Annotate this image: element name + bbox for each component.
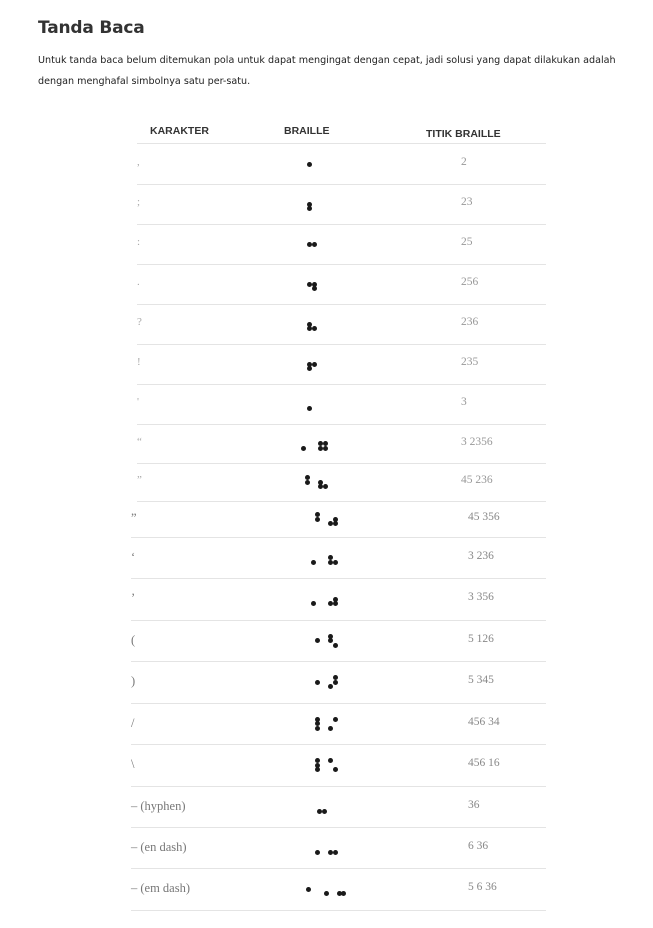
braille-dot xyxy=(300,445,306,451)
braille-dot xyxy=(332,849,338,855)
table-cell-titik: 236 xyxy=(461,316,479,328)
braille-dot xyxy=(311,326,317,331)
braille-dot xyxy=(310,601,316,606)
braille-dot xyxy=(328,684,333,689)
table-cell-character: – (em dash) xyxy=(131,881,191,895)
braille-dot xyxy=(328,638,333,643)
row-divider xyxy=(131,827,546,828)
braille-dot xyxy=(332,521,338,526)
braille-dot xyxy=(315,767,320,772)
header-braille: BRAILLE xyxy=(284,125,330,137)
row-divider xyxy=(137,264,546,265)
braille-dot xyxy=(305,479,310,485)
row-divider xyxy=(137,384,546,385)
braille-dot xyxy=(332,716,338,722)
table-cell-titik: 25 xyxy=(461,236,473,248)
table-cell-titik: 3 2356 xyxy=(461,435,493,448)
table-cell-character: – (en dash) xyxy=(131,839,187,854)
row-divider xyxy=(137,344,546,345)
braille-dot xyxy=(306,886,312,892)
table-cell-character: ( xyxy=(131,632,136,647)
braille-dot xyxy=(332,559,338,565)
braille-dot xyxy=(332,642,338,648)
braille-dot xyxy=(307,161,313,167)
row-divider xyxy=(137,224,546,225)
section-heading: Tanda Baca xyxy=(38,18,145,38)
table-cell-titik: 45 356 xyxy=(468,511,500,523)
braille-dot xyxy=(307,206,313,211)
table-cell-character: ; xyxy=(137,196,141,208)
row-divider xyxy=(131,786,546,787)
table-cell-character: : xyxy=(137,236,141,248)
braille-dot xyxy=(328,758,333,763)
row-divider xyxy=(131,910,546,911)
table-cell-character: ’ xyxy=(131,591,136,605)
braille-dot xyxy=(332,679,338,685)
row-divider xyxy=(137,184,546,185)
braille-dot xyxy=(322,484,328,489)
row-divider xyxy=(137,501,546,502)
row-divider xyxy=(131,578,546,579)
braille-dot xyxy=(322,445,328,451)
braille-dot xyxy=(310,559,316,565)
braille-dot xyxy=(311,361,317,367)
table-cell-character: ) xyxy=(131,674,136,688)
braille-dot xyxy=(323,891,329,896)
row-divider xyxy=(131,868,546,869)
braille-dot xyxy=(341,891,347,896)
braille-dot xyxy=(332,601,338,606)
table-cell-titik: 36 xyxy=(468,798,480,811)
row-divider xyxy=(137,304,546,305)
table-cell-character: \ xyxy=(131,757,135,771)
table-cell-character: ‘ xyxy=(131,549,136,564)
table-cell-titik: 6 36 xyxy=(468,839,489,852)
braille-dot xyxy=(315,849,320,855)
braille-dot xyxy=(315,638,320,643)
table-cell-character: ! xyxy=(137,356,141,368)
table-cell-titik: 3 356 xyxy=(468,591,494,603)
row-divider xyxy=(131,703,546,704)
intro-paragraph: Untuk tanda baca belum ditemukan pola un… xyxy=(38,55,616,87)
table-cell-character: ' xyxy=(137,396,139,408)
row-divider xyxy=(131,537,546,538)
table-cell-character: / xyxy=(131,715,135,730)
table-cell-titik: 45 236 xyxy=(461,474,493,486)
table-cell-titik: 23 xyxy=(461,196,473,208)
braille-dot xyxy=(311,286,317,291)
table-cell-titik: 235 xyxy=(461,356,479,368)
braille-dot xyxy=(332,767,338,772)
table-cell-character: ” xyxy=(131,511,137,525)
table-cell-character: “ xyxy=(137,435,142,448)
table-cell-titik: 256 xyxy=(461,276,479,288)
row-divider xyxy=(131,620,546,621)
table-cell-character: – (hyphen) xyxy=(131,798,186,813)
row-divider xyxy=(131,744,546,745)
table-cell-titik: 456 16 xyxy=(468,757,500,769)
table-cell-character: , xyxy=(137,156,140,168)
table-cell-titik: 3 236 xyxy=(468,549,494,562)
table-cell-titik: 3 xyxy=(461,396,467,408)
table-cell-titik: 456 34 xyxy=(468,715,500,728)
table-cell-character: ? xyxy=(137,316,142,328)
row-divider xyxy=(137,424,546,425)
braille-dot xyxy=(315,679,320,685)
row-divider xyxy=(137,463,546,464)
braille-dot xyxy=(307,406,313,411)
braille-dot xyxy=(321,808,327,814)
table-cell-titik: 5 6 36 xyxy=(468,881,497,893)
table-cell-character: ” xyxy=(137,474,142,486)
table-cell-titik: 5 126 xyxy=(468,632,494,645)
braille-dot xyxy=(315,725,320,731)
braille-dot xyxy=(311,241,317,247)
row-divider xyxy=(131,661,546,662)
header-titik-braille: TITIK BRAILLE xyxy=(426,128,501,140)
braille-dot xyxy=(328,725,333,731)
table-cell-titik: 2 xyxy=(461,156,467,168)
header-karakter: KARAKTER xyxy=(150,125,209,137)
table-cell-character: . xyxy=(137,276,140,288)
braille-dot xyxy=(315,516,320,522)
braille-dot xyxy=(307,366,313,371)
table-cell-titik: 5 345 xyxy=(468,674,494,686)
header-divider xyxy=(137,143,546,144)
